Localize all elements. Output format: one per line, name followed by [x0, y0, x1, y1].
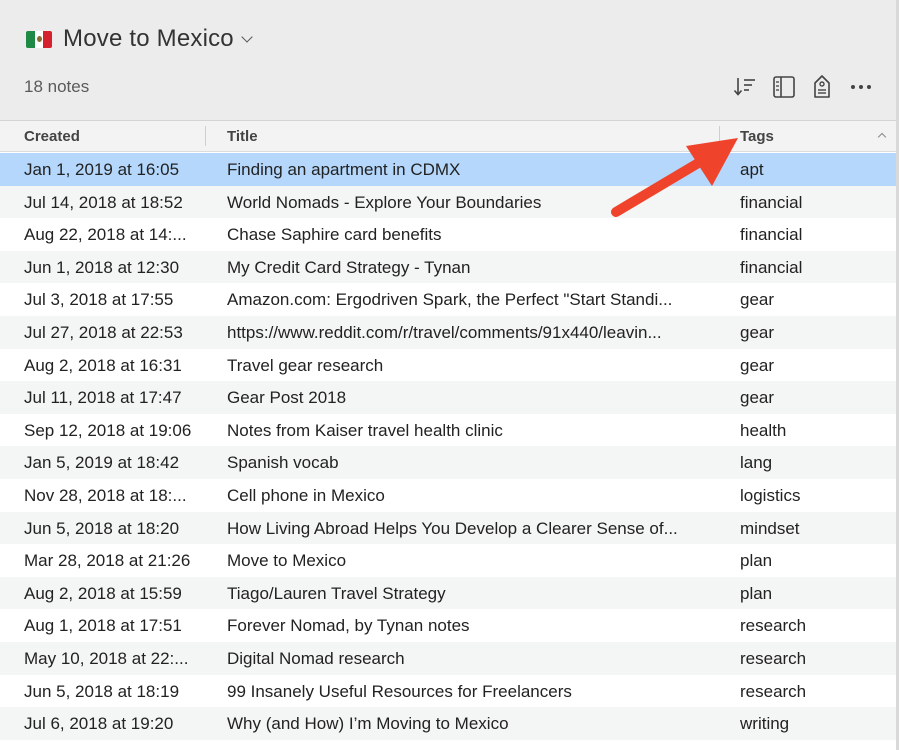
cell-tags: financial	[740, 257, 803, 277]
table-row[interactable]: Mar 28, 2018 at 21:26 Move to Mexico plan	[0, 544, 899, 577]
cell-title: Chase Saphire card benefits	[227, 225, 442, 245]
table-row[interactable]: Jun 5, 2018 at 18:20 How Living Abroad He…	[0, 511, 899, 545]
notes-list-header: Move to Mexico 18 notes	[0, 0, 899, 121]
cell-created: Aug 22, 2018 at 14:...	[24, 225, 187, 245]
cell-created: Jul 3, 2018 at 17:55	[24, 290, 174, 310]
cell-tags: writing	[740, 714, 790, 734]
table-row[interactable]: Aug 22, 2018 at 14:... Chase Saphire card…	[0, 218, 899, 251]
notes-rows: Jan 1, 2019 at 16:05 Finding an apartment…	[0, 153, 899, 740]
cell-title: Finding an apartment in CDMX	[227, 160, 461, 179]
cell-tags: financial	[740, 192, 803, 212]
cell-tags: lang	[740, 453, 773, 473]
column-divider[interactable]	[719, 126, 720, 146]
mexico-flag-icon	[26, 30, 52, 48]
table-row[interactable]: Jun 1, 2018 at 12:30 My Credit Card Strat…	[0, 250, 899, 284]
cell-created: Aug 1, 2018 at 17:51	[24, 616, 182, 636]
cell-tags: financial	[740, 225, 803, 245]
table-row[interactable]: Jun 5, 2018 at 18:19 99 Insanely Useful R…	[0, 675, 899, 708]
note-count: 18 notes	[24, 77, 90, 96]
cell-tags: research	[740, 616, 807, 636]
table-row[interactable]: Jan 5, 2019 at 18:42 Spanish vocab lang	[0, 446, 899, 479]
cell-created: Jul 27, 2018 at 22:53	[24, 322, 183, 342]
cell-title: Spanish vocab	[227, 453, 339, 473]
cell-title: Amazon.com: Ergodriven Spark, the Perfec…	[227, 290, 673, 310]
cell-tags: gear	[740, 290, 775, 310]
cell-tags: research	[740, 648, 807, 668]
view-options-icon[interactable]	[771, 74, 797, 100]
table-row[interactable]: Sep 12, 2018 at 19:06 Notes from Kaiser t…	[0, 414, 899, 447]
table-row[interactable]: Jul 3, 2018 at 17:55 Amazon.com: Ergodriv…	[0, 283, 899, 316]
cell-title: How Living Abroad Helps You Develop a Cl…	[227, 518, 678, 538]
cell-title: Digital Nomad research	[227, 648, 405, 668]
table-row[interactable]: Jul 11, 2018 at 17:47 Gear Post 2018 gear	[0, 381, 899, 414]
cell-title: https://www.reddit.com/r/travel/comments…	[227, 322, 662, 342]
cell-title: Forever Nomad, by Tynan notes	[227, 616, 470, 636]
column-header-title[interactable]: Title	[227, 128, 258, 145]
cell-tags: health	[740, 420, 787, 440]
table-row[interactable]: Jul 6, 2018 at 19:20 Why (and How) I’m Mo…	[0, 707, 899, 740]
cell-created: Jul 6, 2018 at 19:20	[24, 714, 174, 734]
cell-tags: plan	[740, 583, 773, 603]
cell-tags: gear	[740, 388, 775, 408]
cell-title: My Credit Card Strategy - Tynan	[227, 257, 471, 277]
cell-created: Jun 5, 2018 at 18:19	[24, 681, 180, 701]
cell-title: Gear Post 2018	[227, 388, 347, 408]
table-row[interactable]: Jul 27, 2018 at 22:53 https://www.reddit.…	[0, 315, 899, 349]
cell-tags: mindset	[740, 518, 800, 538]
cell-created: Jun 1, 2018 at 12:30	[24, 257, 180, 277]
table-row[interactable]: Aug 2, 2018 at 15:59 Tiago/Lauren Travel …	[0, 576, 899, 610]
column-header-tags[interactable]: Tags	[740, 128, 774, 145]
tag-icon[interactable]	[809, 74, 835, 100]
cell-tags: gear	[740, 322, 775, 342]
cell-title: World Nomads - Explore Your Boundaries	[227, 192, 542, 212]
cell-title: 99 Insanely Useful Resources for Freelan…	[227, 681, 572, 701]
column-divider[interactable]	[205, 126, 206, 146]
column-header-row: Created Title Tags	[0, 121, 899, 152]
table-row[interactable]: Aug 1, 2018 at 17:51 Forever Nomad, by Ty…	[0, 609, 899, 642]
cell-title: Tiago/Lauren Travel Strategy	[227, 583, 446, 603]
column-header-created[interactable]: Created	[24, 128, 80, 145]
cell-created: Jan 1, 2019 at 16:05	[24, 160, 180, 179]
cell-created: Jul 14, 2018 at 18:52	[24, 192, 183, 212]
table-row[interactable]: May 10, 2018 at 22:... Digital Nomad rese…	[0, 641, 899, 675]
cell-title: Travel gear research	[227, 355, 384, 375]
cell-created: Sep 12, 2018 at 19:06	[24, 420, 192, 440]
notebook-title-menu[interactable]: Move to Mexico	[26, 22, 253, 56]
table-row[interactable]: Jan 1, 2019 at 16:05 Finding an apartment…	[0, 153, 899, 186]
cell-title: Notes from Kaiser travel health clinic	[227, 420, 503, 440]
chevron-down-icon[interactable]	[241, 30, 253, 43]
table-row[interactable]: Aug 2, 2018 at 16:31 Travel gear research…	[0, 349, 899, 382]
cell-created: Jan 5, 2019 at 18:42	[24, 453, 180, 473]
cell-title: Cell phone in Mexico	[227, 485, 385, 505]
sort-ascending-icon	[877, 132, 887, 142]
cell-created: Nov 28, 2018 at 18:...	[24, 485, 187, 505]
sort-icon[interactable]	[732, 74, 758, 100]
table-row[interactable]: Nov 28, 2018 at 18:... Cell phone in Mexi…	[0, 479, 899, 512]
cell-created: Aug 2, 2018 at 16:31	[24, 355, 182, 375]
cell-created: May 10, 2018 at 22:...	[24, 648, 189, 668]
cell-created: Jul 11, 2018 at 17:47	[24, 388, 182, 408]
more-icon[interactable]	[848, 74, 874, 100]
notebook-title: Move to Mexico	[63, 25, 234, 52]
cell-title: Why (and How) I’m Moving to Mexico	[227, 714, 509, 734]
cell-tags: gear	[740, 355, 775, 375]
cell-title: Move to Mexico	[227, 551, 347, 571]
cell-created: Jun 5, 2018 at 18:20	[24, 518, 180, 538]
cell-tags: plan	[740, 551, 773, 571]
cell-tags: apt	[740, 160, 764, 179]
cell-tags: research	[740, 681, 807, 701]
table-row[interactable]: Jul 14, 2018 at 18:52 World Nomads - Expl…	[0, 185, 899, 219]
cell-created: Mar 28, 2018 at 21:26	[24, 551, 191, 571]
cell-created: Aug 2, 2018 at 15:59	[24, 583, 182, 603]
cell-tags: logistics	[740, 485, 801, 505]
